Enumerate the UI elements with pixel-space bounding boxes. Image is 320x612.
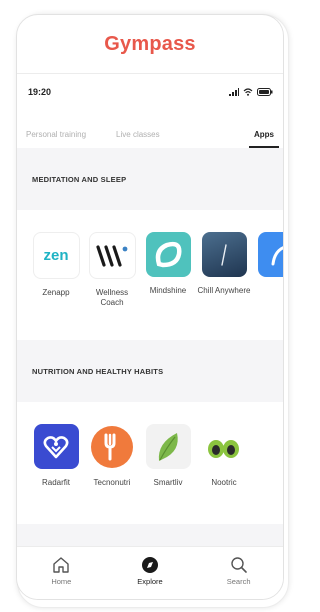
- radarfit-icon: [33, 424, 79, 469]
- nav-explore-label: Explore: [137, 577, 163, 586]
- battery-icon: [257, 88, 273, 96]
- nav-explore[interactable]: Explore: [120, 556, 180, 586]
- app-tecnonutri[interactable]: Tecnonutri: [89, 424, 135, 488]
- smartliv-icon: [145, 424, 191, 469]
- search-icon: [230, 557, 247, 573]
- home-icon: [53, 557, 70, 573]
- tab-live-classes[interactable]: Live classes: [111, 130, 165, 148]
- app-smartliv[interactable]: Smartliv: [145, 424, 191, 488]
- app-wellness-coach[interactable]: Wellness Coach: [88, 232, 136, 308]
- nav-home[interactable]: Home: [31, 556, 91, 586]
- app-zenapp[interactable]: zen Zenapp: [32, 232, 80, 298]
- wifi-icon: [243, 88, 253, 96]
- status-time: 19:20: [28, 87, 52, 97]
- chill-anywhere-icon: [201, 232, 247, 277]
- app-screen: Gympass 19:20 Personal training Live cla…: [16, 14, 284, 600]
- signal-icon: [229, 88, 239, 96]
- nav-search-label: Search: [226, 577, 251, 586]
- app-chill-anywhere[interactable]: Chill Anywhere: [198, 232, 250, 296]
- nav-search[interactable]: Search: [209, 556, 269, 586]
- brand-header: Gympass: [17, 15, 283, 74]
- section-title-meditation: MEDITATION AND SLEEP: [17, 148, 283, 210]
- apps-row-nutrition: Radarfit Tecnonutri Smartliv Nootric: [17, 402, 283, 524]
- app-nootric[interactable]: Nootric: [201, 424, 247, 488]
- section-title-nutrition: NUTRITION AND HEALTHY HABITS: [17, 340, 283, 402]
- mindshine-icon: [145, 232, 191, 277]
- tab-apps[interactable]: Apps: [249, 130, 279, 148]
- tecnonutri-icon: [89, 424, 135, 469]
- status-icons: [229, 88, 273, 96]
- app-mindshine[interactable]: Mindshine: [145, 232, 191, 296]
- app-partial-next[interactable]: [257, 232, 283, 277]
- nootric-icon: [201, 424, 247, 469]
- brand-logo: Gympass: [104, 32, 196, 55]
- tab-personal-training[interactable]: Personal training: [21, 130, 91, 148]
- tab-bar: Personal training Live classes Apps: [17, 110, 283, 148]
- zenapp-icon: zen: [32, 232, 80, 279]
- explore-icon: [141, 557, 158, 573]
- app-radarfit[interactable]: Radarfit: [33, 424, 79, 488]
- status-bar: 19:20: [17, 74, 283, 110]
- wellness-coach-icon: [88, 232, 136, 279]
- partial-app-icon: [257, 232, 283, 277]
- bottom-nav: Home Explore Search: [17, 546, 283, 599]
- apps-row-meditation: zen Zenapp Wellness Coach Mindshine Chil…: [17, 210, 283, 340]
- nav-home-label: Home: [51, 577, 72, 586]
